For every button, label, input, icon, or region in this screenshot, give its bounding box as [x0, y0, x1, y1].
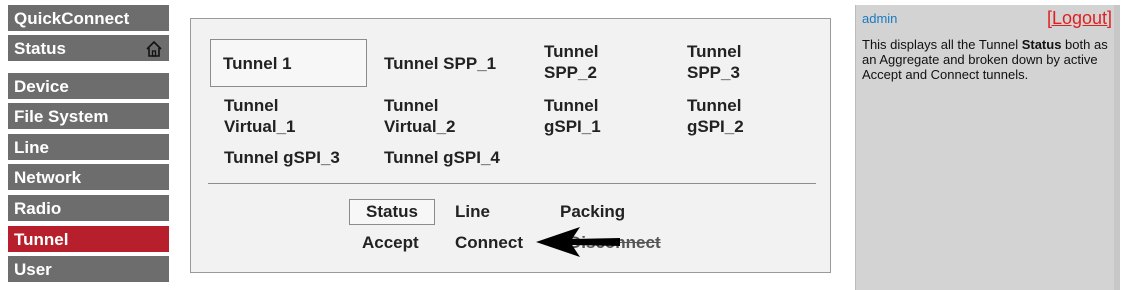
tunnel-panel: Tunnel 1 Tunnel SPP_1 Tunnel SPP_2 Tunne…: [190, 18, 831, 273]
tab-tunnel-spp-3[interactable]: Tunnel SPP_3: [687, 41, 741, 83]
tab-label-line1: Tunnel: [384, 96, 439, 115]
user-name: admin: [862, 11, 898, 26]
tab-tunnel-gspi-1[interactable]: Tunnel gSPI_1: [544, 95, 601, 137]
tab-label-line1: Tunnel: [687, 42, 742, 61]
tab-label-line2: SPP_3: [687, 63, 740, 82]
tab-tunnel-1[interactable]: Tunnel 1: [210, 39, 367, 87]
sidebar-item-label: Tunnel: [14, 230, 69, 249]
sidebar-item-line[interactable]: Line: [8, 134, 169, 162]
tab-label-line2: gSPI_1: [544, 117, 601, 136]
tab-label-line2: SPP_2: [544, 63, 597, 82]
subtab-label: Connect: [455, 233, 523, 252]
sidebar-item-label: File System: [14, 107, 109, 126]
sidebar-item-device[interactable]: Device: [8, 73, 169, 101]
tab-label-line2: gSPI_2: [687, 117, 744, 136]
tab-tunnel-virtual-1[interactable]: Tunnel Virtual_1: [224, 95, 296, 137]
subtab-label: Accept: [362, 233, 419, 252]
tab-label: Tunnel SPP_1: [384, 54, 497, 73]
sidebar-item-user[interactable]: User: [8, 256, 169, 284]
help-scrollbar[interactable]: [1114, 5, 1120, 290]
sidebar-item-label: Network: [14, 168, 82, 187]
help-panel: admin [Logout] This displays all the Tun…: [855, 5, 1120, 290]
subtab-label: Packing: [560, 202, 626, 221]
tab-tunnel-virtual-2[interactable]: Tunnel Virtual_2: [384, 95, 456, 137]
sidebar-item-label: Status: [14, 39, 66, 58]
subtab-label: Line: [455, 202, 490, 221]
tab-tunnel-gspi-3[interactable]: Tunnel gSPI_3: [224, 147, 340, 168]
tab-label-line1: Tunnel: [687, 96, 742, 115]
sidebar-item-status[interactable]: Status: [8, 35, 169, 63]
subtab-connect[interactable]: Connect: [455, 232, 523, 254]
help-text: This displays all the Tunnel Status both…: [862, 37, 1110, 82]
tab-label: Tunnel 1: [223, 53, 292, 73]
subtab-status[interactable]: Status: [349, 199, 435, 225]
home-icon[interactable]: [145, 40, 163, 58]
tab-tunnel-spp-2[interactable]: Tunnel SPP_2: [544, 41, 598, 83]
sidebar-item-label: User: [14, 260, 52, 279]
subtab-packing[interactable]: Packing: [560, 201, 625, 223]
sidebar-item-label: Device: [14, 77, 69, 96]
tab-label: Tunnel gSPI_3: [224, 148, 340, 167]
sidebar-item-label: Line: [14, 138, 49, 157]
tab-label-line2: Virtual_2: [384, 117, 456, 136]
logout-link[interactable]: [Logout]: [1047, 8, 1112, 29]
tab-tunnel-spp-1[interactable]: Tunnel SPP_1: [384, 53, 496, 74]
subtab-label: Status: [366, 202, 418, 221]
sidebar-item-tunnel[interactable]: Tunnel: [8, 226, 169, 254]
tab-label-line2: Virtual_1: [224, 117, 296, 136]
sidebar-item-label: Radio: [14, 199, 62, 218]
sidebar: QuickConnect Status Device File System L…: [8, 5, 170, 285]
subtab-accept[interactable]: Accept: [362, 232, 419, 254]
sidebar-item-file-system[interactable]: File System: [8, 103, 169, 131]
divider: [208, 183, 816, 184]
tab-label-line1: Tunnel: [224, 96, 279, 115]
arrow-left-icon: [536, 227, 620, 257]
tab-label-line1: Tunnel: [544, 96, 599, 115]
tab-label: Tunnel gSPI_4: [384, 148, 500, 167]
tab-tunnel-gspi-2[interactable]: Tunnel gSPI_2: [687, 95, 744, 137]
sidebar-item-radio[interactable]: Radio: [8, 195, 169, 223]
tab-tunnel-gspi-4[interactable]: Tunnel gSPI_4: [384, 147, 500, 168]
sidebar-item-label: QuickConnect: [14, 9, 130, 28]
help-text-part1: This displays all the Tunnel: [862, 37, 1022, 52]
sidebar-item-quickconnect[interactable]: QuickConnect: [8, 5, 169, 33]
sidebar-item-network[interactable]: Network: [8, 164, 169, 192]
tab-label-line1: Tunnel: [544, 42, 599, 61]
subtab-line[interactable]: Line: [455, 201, 490, 223]
help-text-bold: Status: [1021, 37, 1062, 52]
